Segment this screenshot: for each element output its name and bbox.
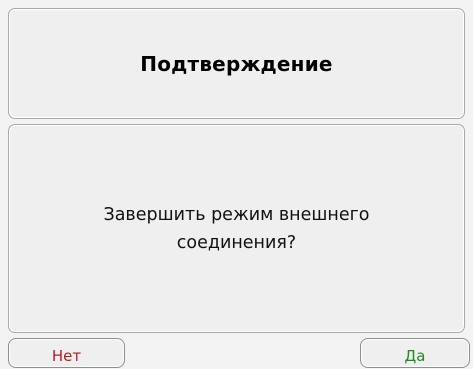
title-panel: Подтверждение xyxy=(8,8,465,119)
no-button-label: Нет xyxy=(51,347,82,365)
no-button[interactable]: Нет xyxy=(8,338,125,368)
confirmation-dialog: Подтверждение Завершить режим внешнего с… xyxy=(0,0,473,369)
yes-button[interactable]: Да xyxy=(360,338,470,368)
dialog-title: Подтверждение xyxy=(140,51,333,76)
message-panel: Завершить режим внешнего соединения? xyxy=(8,124,465,333)
yes-button-label: Да xyxy=(404,347,426,365)
dialog-message: Завершить режим внешнего соединения? xyxy=(103,204,370,253)
